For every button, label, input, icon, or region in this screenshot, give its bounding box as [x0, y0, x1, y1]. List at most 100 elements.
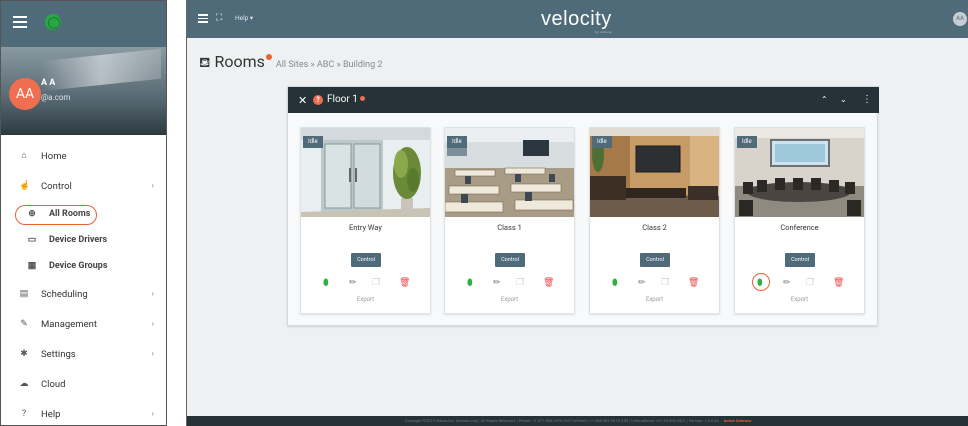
sidebar-item-label: Device Drivers: [49, 235, 108, 245]
delete-trash-icon[interactable]: 🗑: [399, 278, 410, 288]
cloud-icon: ☁: [19, 379, 29, 389]
help-icon[interactable]: ?: [313, 95, 323, 105]
sidebar-item-label: Scheduling: [41, 288, 88, 300]
status-badge: Idle: [737, 136, 757, 148]
copy-icon[interactable]: ❐: [372, 278, 380, 288]
sidebar-item-label: Management: [41, 318, 97, 330]
sidebar-item-device-groups[interactable]: ▦ Device Groups: [1, 253, 166, 279]
sidebar-item-label: Device Groups: [49, 261, 108, 271]
hamburger-menu-icon[interactable]: [198, 14, 208, 23]
globe-icon: ⊕: [28, 209, 36, 219]
room-actions: ⬮ ✏ ❐ 🗑: [612, 278, 702, 290]
status-badge: Idle: [447, 136, 467, 148]
sidebar-item-home[interactable]: ⌂ Home: [1, 141, 166, 171]
home-icon: ⌂: [21, 151, 27, 161]
chevron-right-icon: ›: [151, 409, 154, 418]
edit-pencil-icon[interactable]: ✏: [638, 278, 646, 288]
globe-status-icon[interactable]: [45, 14, 61, 30]
footer-copyright: Copyright ©2019 Atlona Inc. (atlona.com)…: [404, 418, 719, 423]
status-badge: Idle: [303, 136, 323, 148]
chevron-right-icon: ›: [151, 319, 154, 328]
sidebar-item-scheduling[interactable]: ▤ Scheduling ›: [1, 279, 166, 309]
sidebar-item-all-rooms[interactable]: ⊕ All Rooms: [1, 201, 166, 227]
copy-icon[interactable]: ❐: [516, 278, 524, 288]
sidebar-item-label: Cloud: [41, 378, 66, 390]
close-icon[interactable]: ✕: [298, 94, 307, 107]
sidebar-item-control[interactable]: ☝ Control ›: [1, 171, 166, 201]
help-icon: ?: [21, 409, 27, 419]
room-card: Idle Class 2 Control ⬮ ✏ ❐ 🗑 Export: [589, 127, 720, 314]
help-dot-icon[interactable]: [265, 54, 272, 60]
control-button[interactable]: Control: [495, 253, 525, 267]
status-badge: Idle: [592, 136, 612, 148]
chevron-up-icon[interactable]: ⌃: [821, 95, 828, 104]
copy-icon[interactable]: ❐: [661, 278, 669, 288]
plug-icon[interactable]: ⬮: [323, 278, 329, 288]
plug-icon[interactable]: ⬮: [612, 278, 618, 288]
main-app: ⛶ Help ▾ velocity by atlona AA ⛾ Rooms A…: [186, 0, 968, 426]
gear-icon: ✱: [20, 349, 28, 359]
edit-pencil-icon[interactable]: ✏: [493, 278, 501, 288]
sidebar-item-management[interactable]: ✎ Management ›: [1, 309, 166, 339]
logo-subtext: by atlona: [595, 30, 612, 34]
room-card: Idle Conference Control ⬮ ✏ ❐ 🗑 Export: [734, 127, 865, 314]
room-card: Idle Class 1 Control ⬮ ✏ ❐ 🗑 Export: [444, 127, 575, 314]
delete-trash-icon[interactable]: 🗑: [543, 278, 554, 288]
room-name: Entry Way: [349, 223, 382, 232]
floor-header: ✕ ? Floor 1 ⌃ ⌄ ⋮: [288, 87, 879, 113]
room-name: Conference: [780, 223, 819, 232]
help-menu[interactable]: Help ▾: [235, 14, 253, 22]
fullscreen-icon[interactable]: ⛶: [216, 13, 222, 23]
sidebar-item-label: Settings: [41, 348, 76, 360]
chevron-right-icon: ›: [151, 289, 154, 298]
room-name: Class 2: [642, 223, 667, 232]
sidebar-item-device-drivers[interactable]: ▭ Device Drivers: [1, 227, 166, 253]
calendar-icon: ▤: [19, 289, 29, 299]
chevron-down-icon[interactable]: ⌄: [840, 95, 847, 104]
edit-pencil-icon[interactable]: ✏: [349, 278, 357, 288]
floor-title: Floor 1: [327, 94, 365, 105]
room-actions: ⬮ ✏ ❐ 🗑: [757, 278, 847, 290]
sidebar-nav: ⌂ Home ☝ Control › ⊕ All Rooms ▭ Device …: [1, 141, 166, 425]
sidebar-header: [1, 1, 166, 47]
delete-trash-icon[interactable]: 🗑: [833, 278, 844, 288]
highlight-ring: [752, 273, 770, 291]
control-button[interactable]: Control: [640, 253, 670, 267]
floor-card: ✕ ? Floor 1 ⌃ ⌄ ⋮ Idle Entry Way Control…: [287, 86, 879, 326]
sidebar-item-cloud[interactable]: ☁ Cloud: [1, 369, 166, 399]
footer: Copyright ©2019 Atlona Inc. (atlona.com)…: [187, 416, 968, 426]
sidebar-item-label: Control: [41, 180, 72, 192]
wrench-icon: ✎: [20, 319, 28, 329]
room-name: Class 1: [497, 223, 522, 232]
driver-icon: ▭: [27, 235, 37, 245]
more-vertical-icon[interactable]: ⋮: [862, 94, 872, 105]
copy-icon[interactable]: ❐: [806, 278, 814, 288]
room-actions: ⬮ ✏ ❐ 🗑: [323, 278, 413, 290]
plug-icon[interactable]: ⬮: [467, 278, 473, 288]
rooms-icon: ⛾: [199, 55, 211, 71]
breadcrumb-path[interactable]: All Sites » ABC » Building 2: [276, 60, 383, 70]
export-link[interactable]: Export: [590, 296, 719, 303]
edit-pencil-icon[interactable]: ✏: [783, 278, 791, 288]
export-link[interactable]: Export: [301, 296, 430, 303]
hamburger-menu-icon[interactable]: [13, 16, 27, 28]
breadcrumb: ⛾ Rooms All Sites » ABC » Building 2: [199, 52, 382, 73]
sidebar-item-label: Home: [41, 150, 67, 162]
delete-trash-icon[interactable]: 🗑: [688, 278, 699, 288]
room-actions: ⬮ ✏ ❐ 🗑: [467, 278, 557, 290]
control-button[interactable]: Control: [785, 253, 815, 267]
export-link[interactable]: Export: [735, 296, 864, 303]
chevron-right-icon: ›: [151, 349, 154, 358]
user-email: @a.com: [41, 93, 71, 102]
active-gateway-link[interactable]: Active Gateway: [724, 418, 752, 423]
hand-pointer-icon: ☝: [19, 181, 31, 191]
user-avatar-small[interactable]: AA: [953, 12, 967, 26]
user-avatar[interactable]: AA: [9, 78, 41, 110]
sidebar-item-label: All Rooms: [49, 209, 91, 219]
control-button[interactable]: Control: [351, 253, 381, 267]
sidebar-item-settings[interactable]: ✱ Settings ›: [1, 339, 166, 369]
sidebar-item-help[interactable]: ? Help ›: [1, 399, 166, 425]
velocity-logo: velocity by atlona: [541, 8, 612, 34]
status-dot: [359, 96, 365, 101]
export-link[interactable]: Export: [445, 296, 574, 303]
